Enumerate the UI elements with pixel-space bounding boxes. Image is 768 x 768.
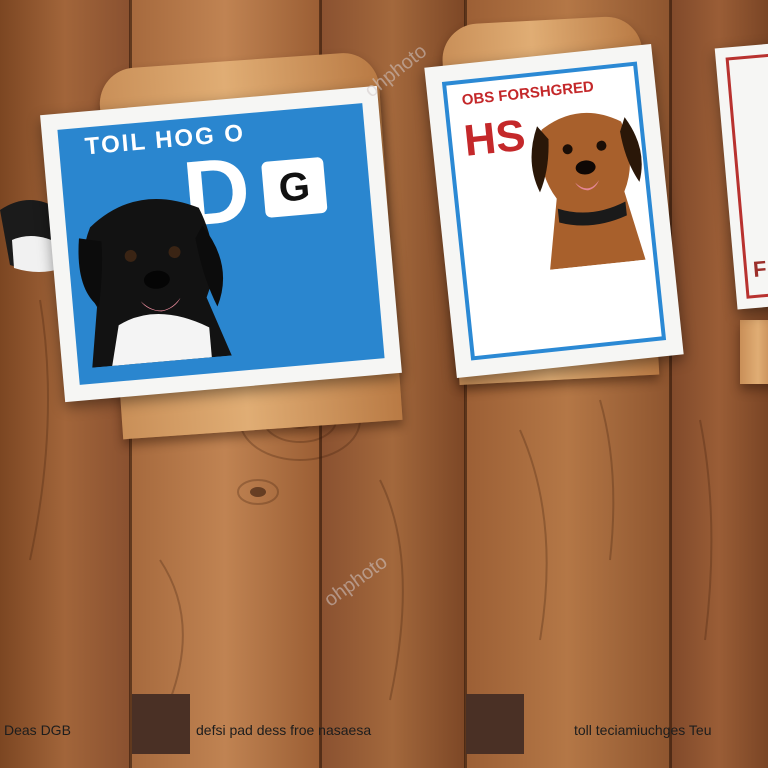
sign-left-panel: TOIL HOG O D G: [57, 103, 385, 385]
sign-middle-big-letters: HS: [461, 110, 528, 166]
dog-sign-left: TOIL HOG O D G: [40, 85, 402, 403]
wooden-stand-right: [740, 320, 768, 384]
sign-right-letter: F: [752, 255, 768, 282]
sign-left-badge: G: [261, 156, 328, 218]
caption-middle: defsi pad dess froe nasaesa: [196, 722, 372, 738]
color-swatch: [466, 694, 524, 754]
black-white-dog-image: [78, 199, 232, 368]
sign-middle-panel: OBS FORSHGRED HS: [441, 61, 667, 361]
dog-sign-middle: OBS FORSHGRED HS: [424, 43, 684, 379]
caption-left: Deas DGB: [4, 722, 71, 738]
brown-dog-image: [531, 112, 646, 270]
color-swatch: [132, 694, 190, 754]
photo-scene: TOIL HOG O D G OBS FORSHGRED HS F ohphot…: [0, 0, 768, 768]
caption-right: toll teciamiuchges Teu: [574, 722, 712, 738]
